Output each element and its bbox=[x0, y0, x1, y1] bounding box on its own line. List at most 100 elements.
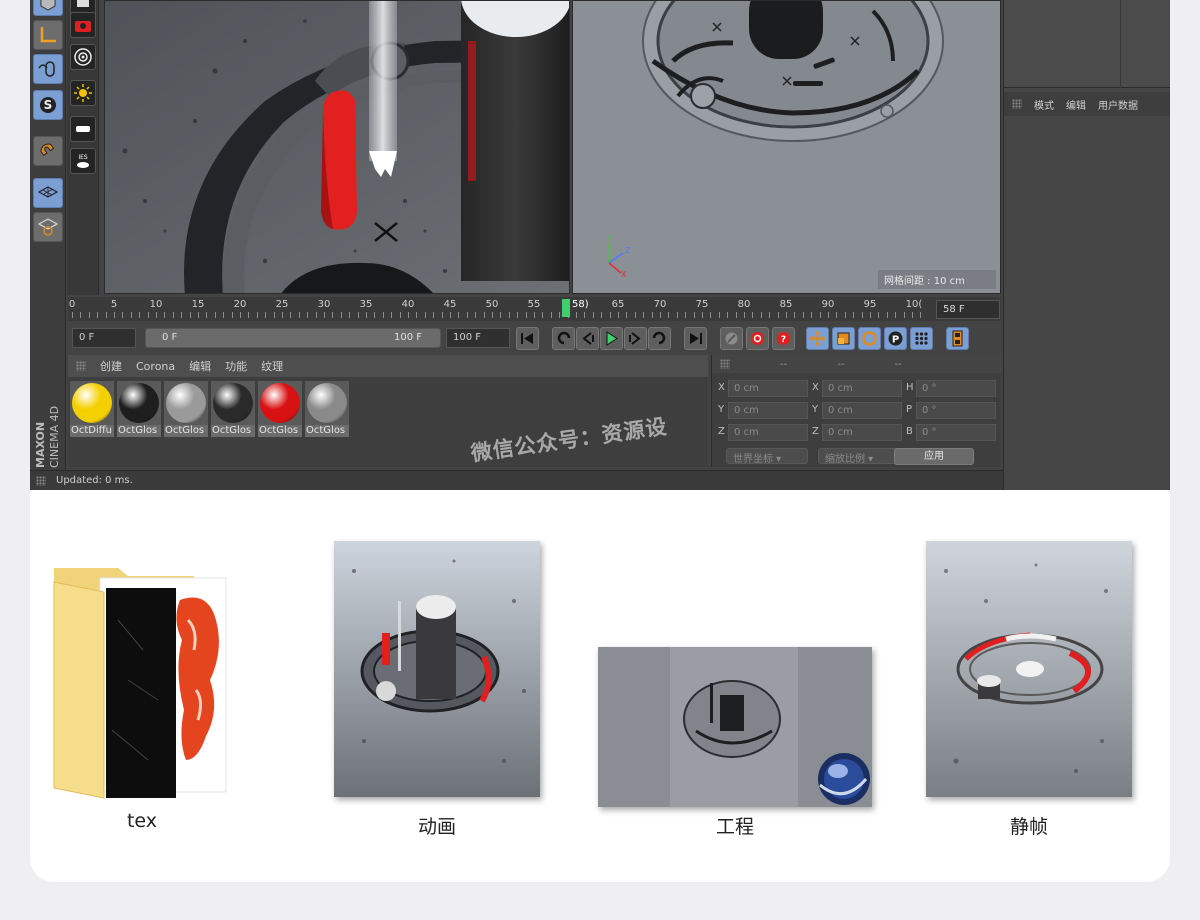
coord-value-field[interactable]: 0 cm bbox=[728, 402, 808, 419]
cube-tool-icon[interactable] bbox=[33, 0, 63, 16]
coord-value-field[interactable]: 0 ° bbox=[916, 424, 996, 441]
timeline-tick bbox=[382, 312, 384, 318]
grip-icon[interactable] bbox=[720, 359, 730, 369]
playhead[interactable] bbox=[562, 299, 570, 317]
timeline-tick bbox=[912, 312, 913, 318]
snap-s-icon[interactable]: S bbox=[33, 90, 63, 120]
file-item-tex[interactable]: tex bbox=[48, 560, 248, 840]
timeline-tick bbox=[240, 312, 241, 318]
axis-tool-icon[interactable] bbox=[33, 20, 63, 50]
go-to-start-icon[interactable] bbox=[516, 327, 539, 350]
record-disabled-icon[interactable] bbox=[720, 327, 743, 350]
axis-gizmo: Y Z X bbox=[603, 233, 643, 279]
coordinates-manager: -- -- -- X0 cm X 0 cm H 0 ° Y 0 cm Y 0 cm P 0 ° Z 0 … bbox=[711, 355, 1002, 467]
menu-mode[interactable]: 模式 bbox=[1034, 97, 1054, 112]
material-swatch[interactable]: OctGlos bbox=[117, 381, 161, 437]
material-swatch[interactable]: OctGlos bbox=[164, 381, 208, 437]
material-ball-icon bbox=[260, 383, 300, 423]
grip-icon[interactable] bbox=[76, 361, 86, 371]
rotate-key-icon[interactable] bbox=[858, 327, 881, 350]
timeline-ruler[interactable]: 0 5 10 15 20 25 30 35 40 45 50 55 65 70 75 80 85 90 95 10(5… bbox=[68, 297, 1001, 321]
timeline-tick-label: 90 bbox=[821, 299, 835, 310]
coord-value-field[interactable]: 0 cm bbox=[728, 380, 808, 397]
material-swatch[interactable]: OctGlos bbox=[211, 381, 255, 437]
coord-value-field[interactable]: 0 ° bbox=[916, 380, 996, 397]
lock-grid-icon[interactable] bbox=[33, 178, 63, 208]
menu-user-data[interactable]: 用户数据 bbox=[1098, 97, 1138, 112]
timeline-tick bbox=[433, 312, 435, 318]
timeline-tick bbox=[584, 312, 586, 318]
timeline-tick bbox=[794, 312, 796, 318]
scale-dropdown[interactable]: 缩放比例 ▾ bbox=[818, 448, 900, 465]
target-icon[interactable] bbox=[70, 44, 96, 70]
ies-light-icon[interactable]: IES bbox=[70, 148, 96, 174]
top-viewport[interactable]: Y Z X 网格间距 : 10 cm bbox=[572, 0, 1001, 294]
material-swatch[interactable]: OctGlos bbox=[258, 381, 302, 437]
material-swatch[interactable]: OctDiffu bbox=[70, 381, 114, 437]
svg-text:CINEMA 4D: CINEMA 4D bbox=[48, 406, 61, 468]
film-strip-icon[interactable] bbox=[946, 327, 969, 350]
previous-frame-icon[interactable] bbox=[576, 327, 599, 350]
light-palette: IES bbox=[67, 0, 99, 295]
refresh-grid-icon[interactable] bbox=[33, 212, 63, 242]
coord-header-position: -- bbox=[780, 358, 788, 370]
menu-create[interactable]: 创建 bbox=[100, 358, 122, 374]
start-frame-field[interactable]: 0 F bbox=[72, 328, 136, 348]
move-key-icon[interactable] bbox=[806, 327, 829, 350]
timeline-tick-label: 50 bbox=[485, 299, 499, 310]
coord-value-field[interactable]: 0 cm bbox=[822, 424, 902, 441]
next-frame-icon[interactable] bbox=[624, 327, 647, 350]
material-ball-icon bbox=[213, 383, 253, 423]
timeline-tick bbox=[399, 312, 401, 318]
magnet-icon[interactable] bbox=[33, 136, 63, 166]
coord-value-field[interactable]: 0 ° bbox=[916, 402, 996, 419]
coord-axis-label: X bbox=[718, 382, 725, 393]
perspective-viewport[interactable] bbox=[104, 0, 570, 294]
menu-edit[interactable]: 编辑 bbox=[189, 358, 211, 374]
coord-value-field[interactable]: 0 cm bbox=[728, 424, 808, 441]
timeline-tick bbox=[727, 312, 729, 318]
world-coordinates-dropdown[interactable]: 世界坐标 ▾ bbox=[726, 448, 808, 465]
preview-range-slider[interactable]: 0 F 100 F bbox=[145, 328, 441, 348]
menu-function[interactable]: 功能 bbox=[225, 358, 247, 374]
menu-edit[interactable]: 编辑 bbox=[1066, 97, 1086, 112]
timeline-tick bbox=[265, 312, 267, 318]
camera-icon[interactable] bbox=[70, 12, 96, 38]
timeline-tick bbox=[130, 312, 132, 318]
coord-value-field[interactable]: 0 cm bbox=[822, 402, 902, 419]
maxon-cinema4d-logo: MAXON CINEMA 4D bbox=[30, 380, 66, 470]
area-light-icon[interactable] bbox=[70, 116, 96, 142]
file-item-still[interactable]: 静帧 bbox=[926, 541, 1132, 841]
file-item-animation[interactable]: 动画 bbox=[334, 541, 540, 841]
tweak-mode-icon[interactable] bbox=[33, 54, 63, 84]
menu-corona[interactable]: Corona bbox=[136, 360, 175, 373]
param-key-icon[interactable]: P bbox=[884, 327, 907, 350]
material-manager: 创建 Corona 编辑 功能 纹理 OctDiffu OctGlos OctGlo… bbox=[68, 355, 708, 467]
end-frame-field[interactable]: 100 F bbox=[446, 328, 510, 348]
coord-axis-label: P bbox=[906, 404, 913, 415]
timeline-tick bbox=[744, 312, 745, 318]
coord-value-field[interactable]: 0 cm bbox=[822, 380, 902, 397]
timeline-tick bbox=[307, 312, 309, 318]
apply-button[interactable]: 应用 bbox=[894, 448, 974, 465]
play-icon[interactable] bbox=[600, 327, 623, 350]
timeline-tick bbox=[886, 312, 888, 318]
timeline-tick bbox=[618, 312, 619, 318]
autokey-icon[interactable] bbox=[746, 327, 769, 350]
timeline-tick-label: 75 bbox=[695, 299, 709, 310]
scale-key-icon[interactable] bbox=[832, 327, 855, 350]
point-key-icon[interactable] bbox=[910, 327, 933, 350]
material-swatch[interactable]: OctGlos bbox=[305, 381, 349, 437]
sun-light-icon[interactable] bbox=[70, 80, 96, 106]
next-key-icon[interactable] bbox=[648, 327, 671, 350]
timeline-tick bbox=[324, 312, 325, 318]
current-frame-field[interactable]: 58 F bbox=[936, 300, 1000, 319]
previous-key-icon[interactable] bbox=[552, 327, 575, 350]
go-to-end-icon[interactable] bbox=[684, 327, 707, 350]
playhead-frame-label: 58) bbox=[572, 299, 589, 310]
keyframe-help-icon[interactable]: ? bbox=[772, 327, 795, 350]
grip-icon[interactable] bbox=[1012, 99, 1022, 109]
file-item-project[interactable]: 工程 bbox=[598, 647, 872, 841]
timeline-tick-label: 0 bbox=[68, 299, 76, 310]
menu-texture[interactable]: 纹理 bbox=[261, 358, 283, 374]
